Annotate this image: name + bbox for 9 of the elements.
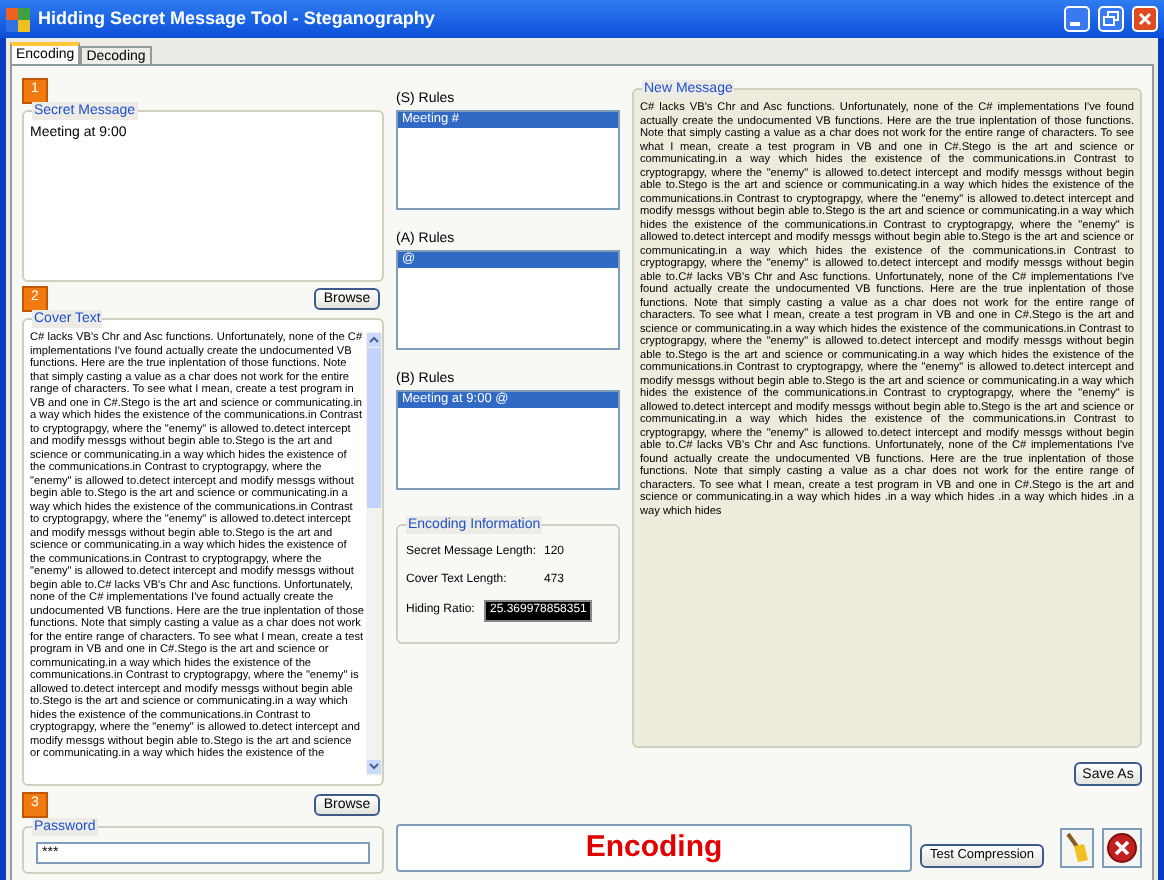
window-title: Hidding Secret Message Tool - Steganography: [38, 5, 435, 32]
restore-icon[interactable]: [1098, 6, 1124, 32]
cancel-icon[interactable]: [1102, 828, 1142, 868]
broom-icon[interactable]: [1060, 828, 1094, 868]
close-icon[interactable]: [1132, 6, 1158, 32]
minimize-icon[interactable]: [1064, 6, 1090, 32]
status-label: Encoding: [396, 824, 912, 872]
scrollbar-drawing[interactable]: [366, 332, 382, 776]
app-icon: [6, 7, 30, 31]
